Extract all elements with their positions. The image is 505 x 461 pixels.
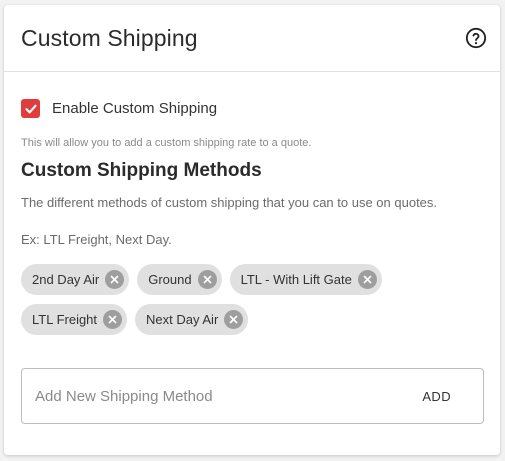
add-button[interactable]: ADD [422, 389, 451, 404]
card-title: Custom Shipping [21, 25, 198, 51]
remove-chip-icon[interactable] [357, 270, 377, 289]
remove-chip-icon[interactable] [103, 310, 123, 329]
add-shipping-method-input[interactable] [22, 387, 423, 405]
question-circle-icon[interactable] [465, 27, 487, 49]
remove-chip-icon[interactable] [197, 270, 217, 289]
enable-custom-shipping-row: Enable Custom Shipping [21, 99, 217, 118]
remove-chip-icon[interactable] [105, 270, 125, 289]
shipping-method-chip: Ground [137, 264, 222, 295]
methods-section-title: Custom Shipping Methods [21, 160, 262, 181]
chip-label: Ground [148, 272, 192, 287]
enable-custom-shipping-label[interactable]: Enable Custom Shipping [52, 100, 217, 117]
enable-custom-shipping-checkbox[interactable] [21, 99, 40, 118]
card-header: Custom Shipping [4, 5, 500, 72]
methods-example: Ex: LTL Freight, Next Day. [21, 232, 172, 247]
chip-label: Next Day Air [146, 312, 219, 327]
custom-shipping-card: Custom Shipping Enable Custom Shipping T… [4, 5, 500, 455]
chip-label: 2nd Day Air [32, 272, 100, 287]
shipping-method-chip: LTL - With Lift Gate [229, 264, 382, 295]
add-shipping-method-field: ADD [21, 368, 484, 424]
shipping-method-chip: 2nd Day Air [21, 264, 130, 295]
shipping-method-chips: 2nd Day Air Ground LTL - With Lift Gate … [21, 264, 461, 335]
chip-label: LTL Freight [32, 312, 98, 327]
methods-description: The different methods of custom shipping… [21, 195, 438, 210]
enable-hint-text: This will allow you to add a custom ship… [21, 137, 312, 149]
remove-chip-icon[interactable] [224, 310, 244, 329]
shipping-method-chip: LTL Freight [21, 304, 128, 335]
chip-label: LTL - With Lift Gate [240, 272, 352, 287]
shipping-method-chip: Next Day Air [135, 304, 249, 335]
checkmark-icon [24, 104, 37, 113]
